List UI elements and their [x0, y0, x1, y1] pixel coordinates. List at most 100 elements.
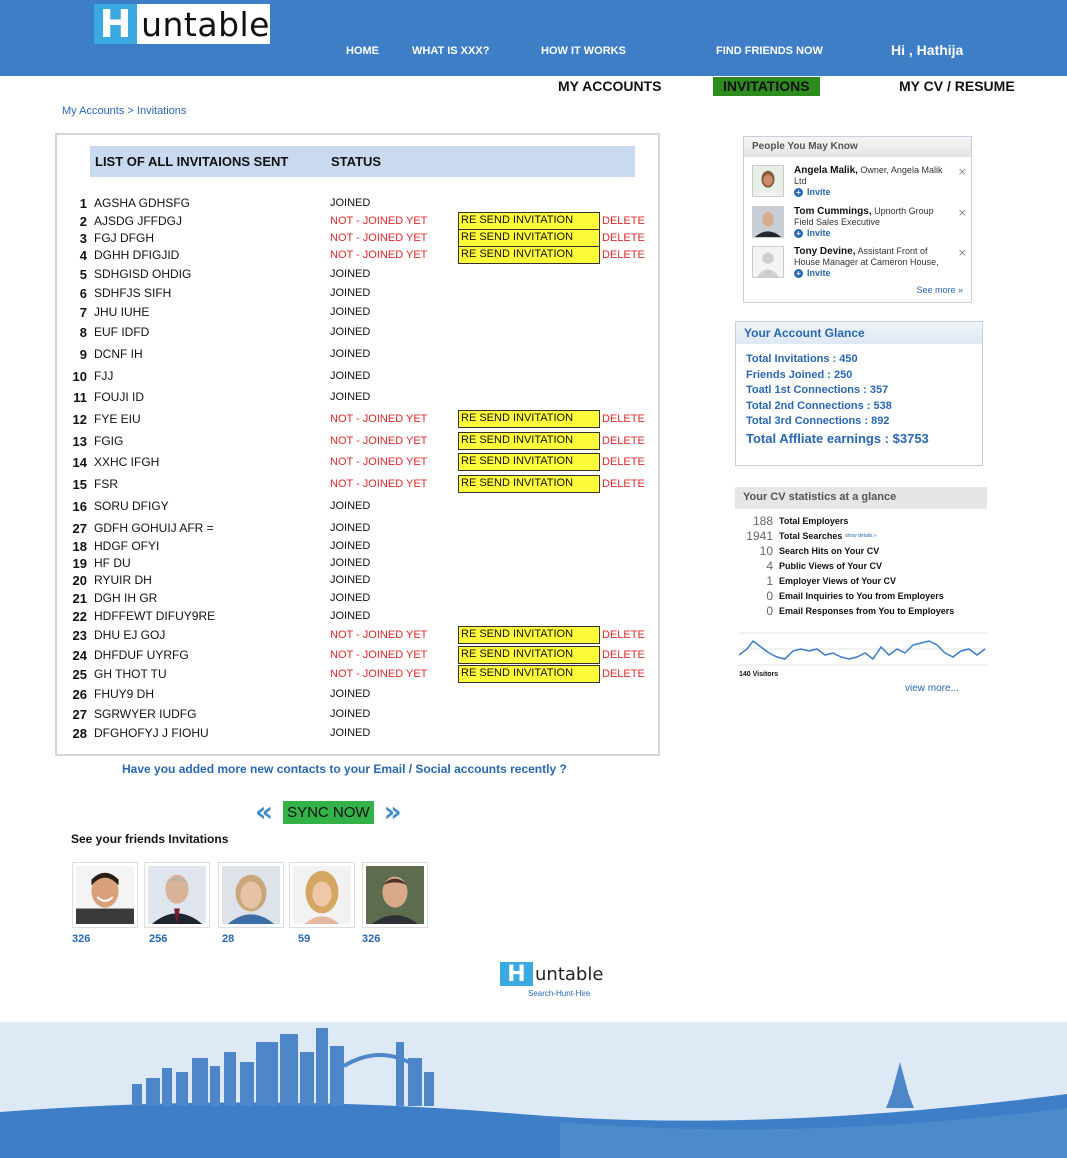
invitation-row: 1 AGSHA GDHSFG JOINED	[57, 195, 657, 212]
invitation-row: 26 FHUY9 DH JOINED	[57, 686, 657, 703]
suggestion-name[interactable]: Tom Cummings, Upnorth Group Field Sales …	[794, 206, 944, 227]
invitee-name: FHUY9 DH	[94, 687, 155, 701]
invitation-row: 9 DCNF IH JOINED	[57, 346, 657, 363]
resend-invitation-button[interactable]: RE SEND INVITATION	[458, 665, 600, 683]
avatar[interactable]	[752, 165, 784, 197]
row-number: 18	[72, 539, 87, 554]
suggestion-item: Tom Cummings, Upnorth Group Field Sales …	[752, 206, 967, 244]
nav-find-friends[interactable]: FIND FRIENDS NOW	[716, 45, 823, 57]
delete-button[interactable]: DELETE	[602, 247, 645, 264]
top-bar: H untable HOME WHAT IS XXX? HOW IT WORKS…	[0, 0, 1067, 76]
friend-count[interactable]: 59	[298, 933, 310, 945]
friend-count[interactable]: 28	[222, 933, 234, 945]
cv-stat-label: Employer Views of Your CV	[779, 576, 897, 586]
friend-avatar[interactable]	[144, 862, 210, 928]
invitee-name: FJJ	[94, 369, 114, 383]
invite-link[interactable]: + Invite	[794, 187, 831, 197]
cv-stat-count: 0	[766, 604, 773, 618]
delete-button[interactable]: DELETE	[602, 627, 645, 644]
close-icon[interactable]: ×	[958, 206, 967, 219]
invitee-name: HDGF OFYI	[94, 539, 160, 553]
invite-label: Invite	[807, 228, 831, 238]
resend-invitation-button[interactable]: RE SEND INVITATION	[458, 246, 600, 264]
invite-link[interactable]: + Invite	[794, 228, 831, 238]
delete-button[interactable]: DELETE	[602, 647, 645, 664]
friend-count[interactable]: 256	[149, 933, 167, 945]
invitation-row: 14 XXHC IFGH NOT - JOINED YET RE SEND INVIT…	[57, 453, 657, 471]
suggestion-name[interactable]: Tony Devine, Assistant Front of House Ma…	[794, 246, 944, 267]
friend-avatar[interactable]	[289, 862, 355, 928]
invitation-status: NOT - JOINED YET	[330, 413, 428, 425]
nav-what-is[interactable]: WHAT IS XXX?	[412, 45, 489, 57]
delete-button[interactable]: DELETE	[602, 213, 645, 230]
delete-button[interactable]: DELETE	[602, 454, 645, 471]
friend-avatar[interactable]	[362, 862, 428, 928]
invitation-row: 27 GDFH GOHUIJ AFR = JOINED	[57, 520, 657, 537]
person-name[interactable]: Tom Cummings,	[794, 206, 872, 217]
invitation-status: NOT - JOINED YET	[330, 456, 428, 468]
tab-my-accounts[interactable]: MY ACCOUNTS	[558, 77, 661, 96]
friend-avatar[interactable]	[72, 862, 138, 928]
cv-stat-label: Total Employers	[779, 516, 849, 526]
resend-invitation-button[interactable]: RE SEND INVITATION	[458, 453, 600, 471]
tab-invitations[interactable]: INVITATIONS	[713, 77, 820, 96]
suggestion-name[interactable]: Angela Malik, Owner, Angela Malik Ltd	[794, 165, 944, 186]
close-icon[interactable]: ×	[958, 165, 967, 178]
skyline-graphic	[0, 1028, 1067, 1158]
delete-button[interactable]: DELETE	[602, 411, 645, 428]
invitee-name: FYE EIU	[94, 412, 141, 426]
row-number: 5	[79, 267, 87, 282]
row-number: 4	[79, 248, 87, 263]
invitation-status: JOINED	[330, 708, 371, 720]
view-more-link[interactable]: view more...	[905, 683, 959, 694]
invite-link[interactable]: + Invite	[794, 268, 831, 278]
row-number: 16	[72, 499, 87, 514]
friend-count[interactable]: 326	[72, 933, 90, 945]
delete-button[interactable]: DELETE	[602, 433, 645, 450]
resend-invitation-button[interactable]: RE SEND INVITATION	[458, 229, 600, 247]
invitee-name: HF DU	[94, 556, 131, 570]
chevron-left-icon[interactable]: «	[255, 798, 273, 826]
invitation-status: NOT - JOINED YET	[330, 668, 428, 680]
invitation-row: 22 HDFFEWT DIFUY9RE JOINED	[57, 608, 657, 625]
delete-button[interactable]: DELETE	[602, 476, 645, 493]
friend-avatar[interactable]	[218, 862, 284, 928]
person-name[interactable]: Tony Devine,	[794, 246, 856, 257]
person-name[interactable]: Angela Malik,	[794, 165, 858, 176]
sync-now-button[interactable]: SYNC NOW	[283, 800, 374, 824]
invitation-status: JOINED	[330, 540, 371, 552]
row-number: 27	[72, 707, 87, 722]
contacts-question: Have you added more new contacts to your…	[122, 762, 567, 776]
site-logo[interactable]: H untable	[94, 2, 270, 46]
user-greeting[interactable]: Hi , Hathija	[891, 42, 963, 58]
friend-count[interactable]: 326	[362, 933, 380, 945]
see-more-link[interactable]: See more »	[916, 285, 963, 295]
nav-how-it-works[interactable]: HOW IT WORKS	[541, 45, 626, 57]
row-number: 22	[72, 609, 87, 624]
resend-invitation-button[interactable]: RE SEND INVITATION	[458, 432, 600, 450]
invitations-table-header: LIST OF ALL INVITAIONS SENT STATUS	[90, 146, 635, 177]
invitation-row: 13 FGIG NOT - JOINED YET RE SEND INVITATION…	[57, 432, 657, 450]
avatar[interactable]	[752, 246, 784, 278]
resend-invitation-button[interactable]: RE SEND INVITATION	[458, 475, 600, 493]
resend-invitation-button[interactable]: RE SEND INVITATION	[458, 212, 600, 230]
invitation-status: NOT - JOINED YET	[330, 215, 428, 227]
chevron-right-icon[interactable]: »	[384, 798, 402, 826]
row-number: 7	[79, 305, 87, 320]
invitee-name: DGH IH GR	[94, 591, 158, 605]
tab-my-cv[interactable]: MY CV / RESUME	[899, 77, 1015, 96]
show-details-link[interactable]: show details »	[845, 533, 877, 539]
footer-logo[interactable]: H untable	[500, 962, 603, 987]
resend-invitation-button[interactable]: RE SEND INVITATION	[458, 626, 600, 644]
delete-button[interactable]: DELETE	[602, 230, 645, 247]
avatar[interactable]	[752, 206, 784, 238]
resend-invitation-button[interactable]: RE SEND INVITATION	[458, 410, 600, 428]
row-number: 26	[72, 687, 87, 702]
close-icon[interactable]: ×	[958, 246, 967, 259]
invitee-name: DHFDUF UYRFG	[94, 648, 189, 662]
nav-home[interactable]: HOME	[346, 45, 379, 57]
delete-button[interactable]: DELETE	[602, 666, 645, 683]
breadcrumb[interactable]: My Accounts > Invitations	[62, 105, 186, 117]
resend-invitation-button[interactable]: RE SEND INVITATION	[458, 646, 600, 664]
invitations-panel: LIST OF ALL INVITAIONS SENT STATUS 1 AGSH…	[55, 133, 660, 756]
